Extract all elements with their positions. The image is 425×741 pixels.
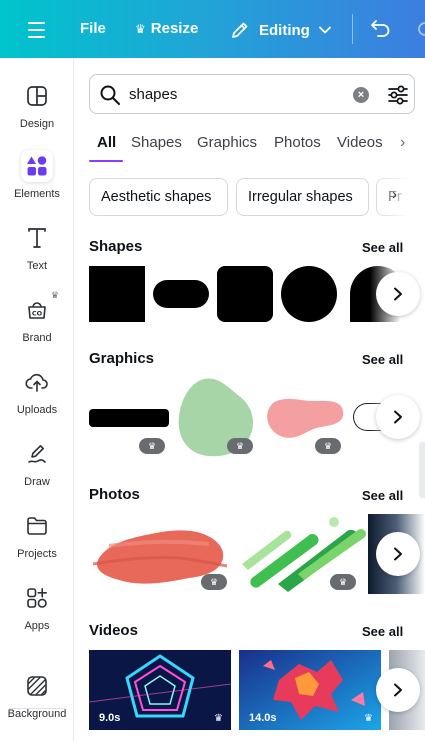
neon-pentagon-video[interactable]: 9.0s ♛ xyxy=(89,650,231,730)
photos-next-button[interactable] xyxy=(376,532,420,576)
rail-item-apps[interactable]: Apps xyxy=(0,582,74,632)
suggestion-chip[interactable]: Aesthetic shapes xyxy=(89,178,228,216)
section-title-shapes: Shapes xyxy=(89,238,143,255)
tab-videos[interactable]: Videos xyxy=(337,134,383,151)
active-tab-indicator xyxy=(89,160,123,162)
search-box: × xyxy=(89,74,415,114)
crown-icon: ♛ xyxy=(50,290,59,300)
category-tabs: All Shapes Graphics Photos Videos › xyxy=(74,132,425,164)
premium-crown-badge: ♛ xyxy=(139,438,165,454)
resize-button[interactable]: ♛ Resize xyxy=(135,20,198,37)
editing-mode-button[interactable]: Editing xyxy=(230,20,340,40)
suggestion-chip[interactable]: Fr xyxy=(376,178,425,216)
tab-graphics[interactable]: Graphics xyxy=(197,134,257,151)
chevron-down-icon xyxy=(318,26,331,34)
videos-next-button[interactable] xyxy=(376,668,420,712)
elements-icon xyxy=(21,150,53,182)
pill-shape[interactable] xyxy=(153,280,209,308)
design-icon xyxy=(21,80,53,112)
premium-crown-badge: ♛ xyxy=(227,438,253,454)
abstract-particles-video[interactable]: 14.0s ♛ xyxy=(239,650,381,730)
chevron-right-icon xyxy=(394,683,402,697)
rail-item-projects[interactable]: Projects xyxy=(0,510,74,560)
rounded-square-shape[interactable] xyxy=(217,266,273,322)
video-duration: 14.0s xyxy=(249,712,277,724)
panel-resize-handle[interactable] xyxy=(419,442,425,498)
brand-icon: CO ♛ xyxy=(21,290,59,326)
filter-sliders-icon[interactable] xyxy=(387,84,409,106)
svg-text:CO: CO xyxy=(32,310,43,318)
crown-icon: ♛ xyxy=(135,22,146,36)
rail-item-design[interactable]: Design xyxy=(0,80,74,130)
resize-label: Resize xyxy=(150,20,199,37)
suggestion-chip[interactable]: Irregular shapes xyxy=(236,178,369,216)
rail-item-brand[interactable]: CO ♛ Brand xyxy=(0,290,74,344)
section-title-photos: Photos xyxy=(89,486,140,503)
crown-icon: ♛ xyxy=(214,713,223,724)
tab-shapes[interactable]: Shapes xyxy=(131,134,182,151)
see-all-photos-link[interactable]: See all xyxy=(362,488,403,503)
search-input[interactable] xyxy=(129,83,349,105)
rail-item-draw[interactable]: Draw xyxy=(0,438,74,488)
file-menu-button[interactable]: File xyxy=(80,20,106,37)
brush-stroke-graphic[interactable] xyxy=(89,409,169,427)
pencil-icon xyxy=(232,22,248,38)
section-title-videos: Videos xyxy=(89,622,138,639)
uploads-icon xyxy=(21,366,53,398)
chevron-right-icon xyxy=(394,547,402,561)
premium-crown-badge: ♛ xyxy=(315,438,341,454)
draw-icon xyxy=(21,438,53,470)
apps-icon xyxy=(21,582,53,614)
see-all-shapes-link[interactable]: See all xyxy=(362,240,403,255)
premium-crown-badge: ♛ xyxy=(330,574,356,590)
rail-label: Text xyxy=(26,260,48,272)
rail-label: Uploads xyxy=(16,404,58,416)
tab-photos[interactable]: Photos xyxy=(274,134,321,151)
rail-label: Brand xyxy=(22,332,52,344)
crown-icon: ♛ xyxy=(364,713,373,724)
pink-blob-graphic[interactable] xyxy=(263,395,345,441)
see-all-videos-link[interactable]: See all xyxy=(362,624,403,639)
undo-button[interactable] xyxy=(370,18,392,43)
rail-label: Elements xyxy=(14,188,60,200)
top-bar: File ♛ Resize Editing xyxy=(0,0,425,58)
elements-panel: × All Shapes Graphics Photos Videos › Ae… xyxy=(74,58,425,741)
video-duration: 9.0s xyxy=(99,712,121,724)
rail-item-text[interactable]: Text xyxy=(0,222,74,272)
side-rail: Design Elements Text CO ♛ Brand Uploads … xyxy=(0,58,74,741)
redo-icon xyxy=(418,22,425,36)
rail-item-elements[interactable]: Elements xyxy=(0,150,74,200)
redo-button[interactable] xyxy=(417,18,425,43)
section-title-graphics: Graphics xyxy=(89,350,155,367)
chevron-right-icon[interactable]: › xyxy=(392,186,397,203)
folder-icon xyxy=(21,510,53,542)
undo-icon xyxy=(371,20,390,37)
shapes-next-button[interactable] xyxy=(376,272,420,316)
see-all-graphics-link[interactable]: See all xyxy=(362,352,403,367)
rail-item-background[interactable]: Background xyxy=(0,670,74,720)
rail-label: Apps xyxy=(24,620,50,632)
background-icon xyxy=(21,670,53,702)
rail-label: Background xyxy=(7,708,67,720)
premium-crown-badge: ♛ xyxy=(201,574,227,590)
rail-label: Design xyxy=(19,118,55,130)
search-icon xyxy=(100,85,120,105)
rail-item-uploads[interactable]: Uploads xyxy=(0,366,74,416)
chevron-right-icon xyxy=(394,287,402,301)
editing-label: Editing xyxy=(259,21,310,39)
square-shape[interactable] xyxy=(89,266,145,322)
text-icon xyxy=(21,222,53,254)
circle-shape[interactable] xyxy=(281,266,337,322)
chevron-right-icon[interactable]: › xyxy=(400,134,405,152)
tab-all[interactable]: All xyxy=(97,134,116,151)
toolbar-divider xyxy=(352,14,353,44)
rail-label: Draw xyxy=(24,476,50,488)
menu-icon[interactable] xyxy=(22,19,52,41)
chevron-right-icon xyxy=(394,410,402,424)
graphics-next-button[interactable] xyxy=(376,395,420,439)
clear-search-icon[interactable]: × xyxy=(353,87,369,103)
rail-label: Projects xyxy=(17,548,57,560)
